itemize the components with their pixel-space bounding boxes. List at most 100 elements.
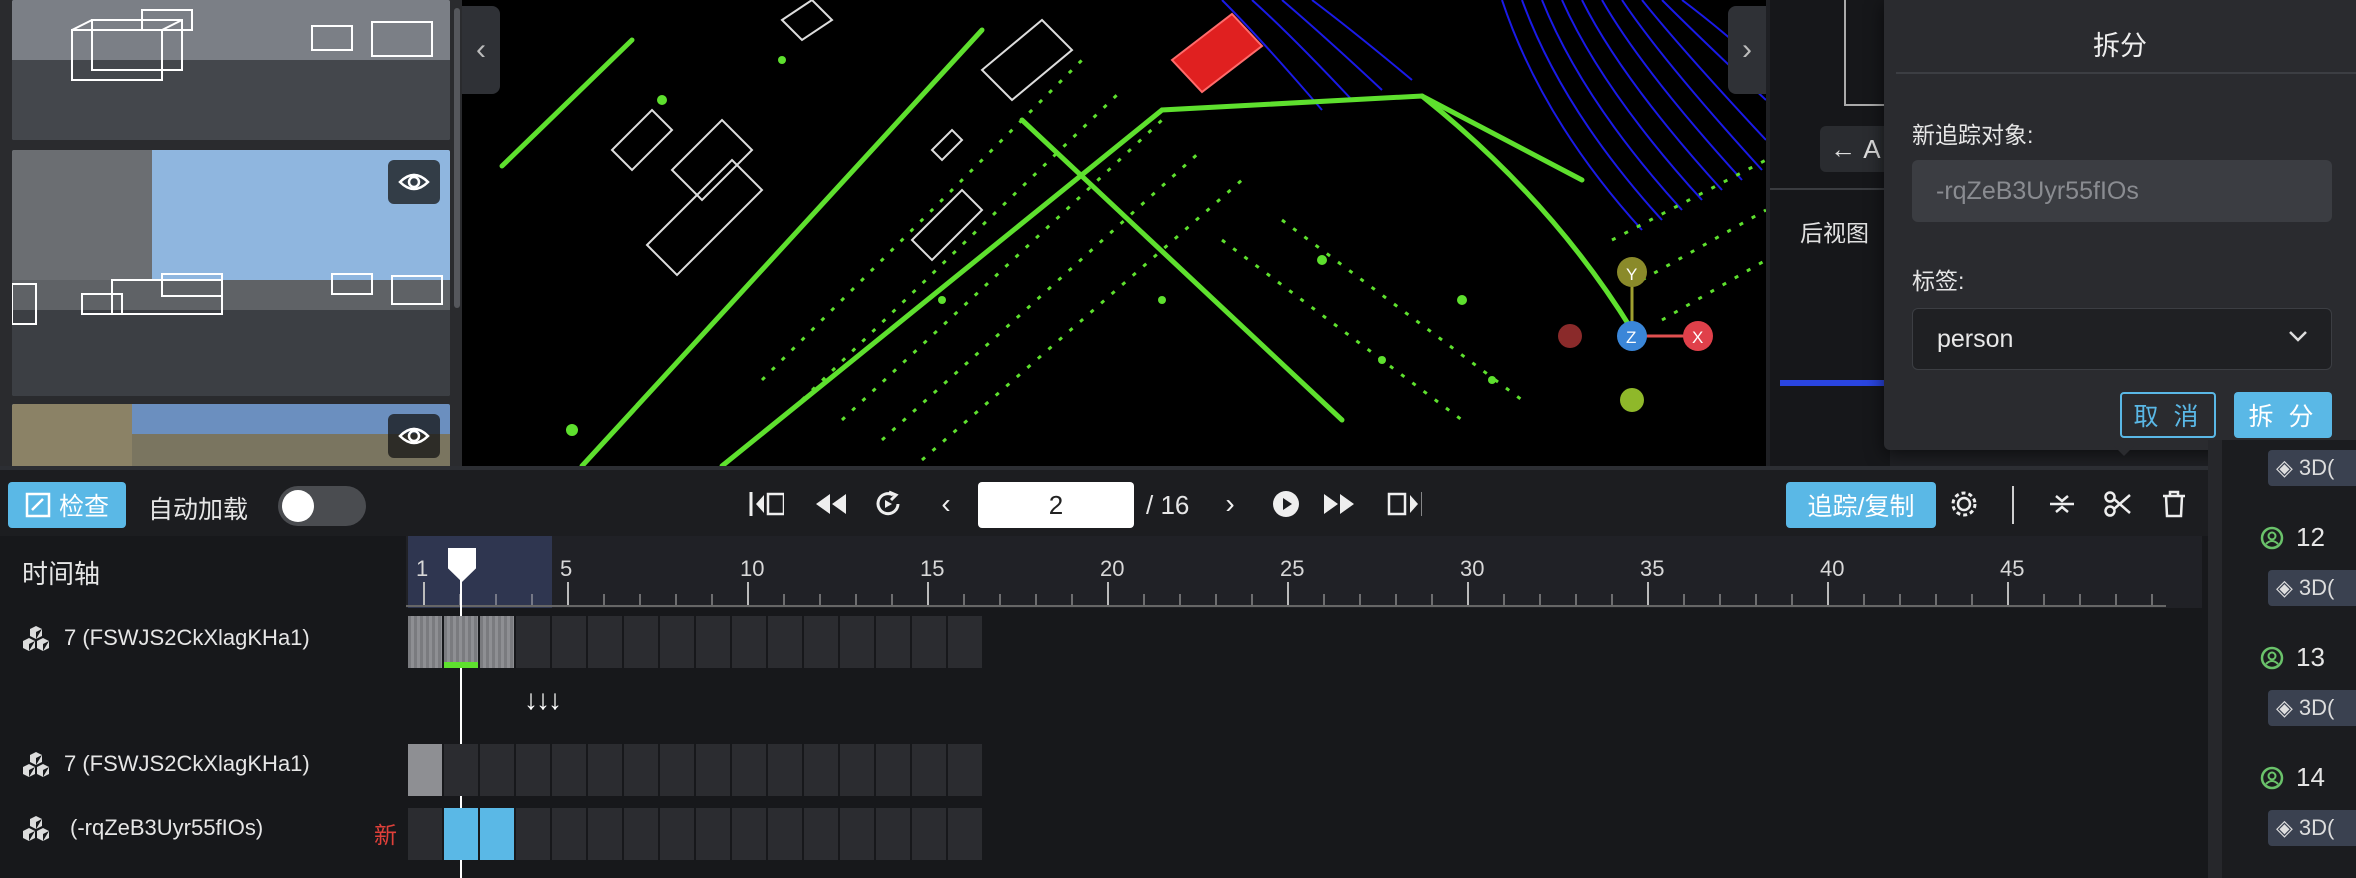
frame-cell[interactable] — [912, 616, 946, 668]
inspect-button[interactable]: 检查 — [8, 482, 126, 528]
frame-cell[interactable] — [516, 616, 550, 668]
frame-cell[interactable] — [552, 616, 586, 668]
track-row-label[interactable]: 7 (FSWJS2CkXlagKHa1) — [22, 624, 310, 652]
frame-cell[interactable] — [588, 808, 622, 860]
frame-cell[interactable] — [840, 744, 874, 796]
frame-cell[interactable] — [444, 616, 478, 668]
frame-cell[interactable] — [768, 808, 802, 860]
frame-cell[interactable] — [840, 616, 874, 668]
toolbar: 检查 自动加载 ‹ 2 / 16 › 追踪/复制 — [0, 466, 2208, 536]
track-copy-button[interactable]: 追踪/复制 — [1786, 482, 1936, 528]
frame-cell[interactable] — [588, 616, 622, 668]
object-tag[interactable]: ◈ 3D( — [2268, 690, 2356, 726]
frame-cell[interactable] — [624, 744, 658, 796]
track-row-label[interactable]: 7 (FSWJS2CkXlagKHa1) — [22, 750, 310, 778]
frame-cell[interactable] — [660, 808, 694, 860]
frame-cell[interactable] — [876, 616, 910, 668]
split-button[interactable] — [2100, 486, 2136, 522]
split-dialog-title: 拆分 — [2093, 31, 2147, 61]
frame-cell[interactable] — [768, 744, 802, 796]
object-item[interactable]: 14 — [2260, 762, 2325, 793]
back-button[interactable]: ← A — [1820, 126, 1890, 172]
frame-total: / 16 — [1146, 490, 1190, 520]
frame-cell[interactable] — [480, 744, 514, 796]
first-frame-button[interactable] — [748, 486, 784, 522]
camera-view-front[interactable] — [12, 0, 450, 140]
frame-cell[interactable] — [660, 744, 694, 796]
frame-cell[interactable] — [876, 744, 910, 796]
frame-cell[interactable] — [516, 808, 550, 860]
frame-cell[interactable] — [588, 744, 622, 796]
object-item[interactable]: 12 — [2260, 522, 2325, 553]
confirm-split-button[interactable]: 拆 分 — [2234, 392, 2332, 438]
fast-forward-button[interactable] — [1322, 486, 1358, 522]
frame-input[interactable]: 2 — [978, 482, 1134, 528]
camera-scrollbar[interactable] — [454, 8, 460, 308]
collapse-right-button[interactable]: › — [1728, 6, 1766, 94]
autoload-toggle[interactable] — [278, 486, 366, 526]
last-frame-button[interactable] — [1386, 486, 1422, 522]
frame-cell[interactable] — [876, 808, 910, 860]
cancel-button[interactable]: 取 消 — [2120, 392, 2216, 438]
track-frames[interactable] — [408, 808, 982, 860]
tag-select[interactable]: person — [1912, 308, 2332, 370]
frame-cell[interactable] — [660, 616, 694, 668]
camera-view-side[interactable] — [12, 404, 450, 466]
frame-cell[interactable] — [840, 808, 874, 860]
frame-cell[interactable] — [696, 744, 730, 796]
track-name: 7 (FSWJS2CkXlagKHa1) — [64, 625, 310, 650]
timeline-ruler[interactable]: 1 5 10 15 20 25 30 35 40 45 — [406, 536, 2202, 608]
object-number: 12 — [2296, 522, 2325, 552]
object-item[interactable]: 13 — [2260, 642, 2325, 673]
frame-cell[interactable] — [804, 744, 838, 796]
merge-button[interactable] — [2044, 486, 2080, 522]
track-row-label[interactable]: (-rqZeB3Uyr55fIOs) — [22, 814, 263, 842]
delete-button[interactable] — [2156, 486, 2192, 522]
frame-cell[interactable] — [948, 744, 982, 796]
previous-frame-button[interactable]: ‹ — [928, 486, 964, 522]
toggle-visibility-button[interactable] — [388, 414, 440, 458]
rewind-button[interactable] — [812, 486, 848, 522]
frame-cell[interactable] — [732, 616, 766, 668]
play-button[interactable] — [1268, 486, 1304, 522]
next-frame-button[interactable]: › — [1212, 486, 1248, 522]
chevron-right-icon: › — [1742, 33, 1752, 66]
frame-cell[interactable] — [912, 808, 946, 860]
camera-view-back[interactable] — [12, 150, 450, 396]
toggle-visibility-button[interactable] — [388, 160, 440, 204]
frame-cell[interactable] — [768, 616, 802, 668]
object-tag[interactable]: ◈ 3D( — [2268, 450, 2356, 486]
point-cloud-view[interactable]: Y Z X ‹ › — [462, 0, 1766, 466]
frame-cell[interactable] — [408, 808, 442, 860]
frame-cell[interactable] — [696, 808, 730, 860]
frame-cell[interactable] — [552, 808, 586, 860]
frame-cell[interactable] — [948, 808, 982, 860]
frame-cell[interactable] — [408, 616, 442, 668]
new-track-input[interactable]: -rqZeB3Uyr55fIOs — [1912, 160, 2332, 222]
frame-cell[interactable] — [696, 616, 730, 668]
replay-button[interactable] — [870, 486, 906, 522]
frame-cell[interactable] — [912, 744, 946, 796]
collapse-left-button[interactable]: ‹ — [462, 6, 500, 94]
cubes-icon: ◈ — [2276, 575, 2293, 600]
frame-cell[interactable] — [624, 808, 658, 860]
track-frames[interactable] — [408, 616, 982, 668]
object-tag[interactable]: ◈ 3D( — [2268, 810, 2356, 846]
frame-cell[interactable] — [516, 744, 550, 796]
frame-cell[interactable] — [480, 808, 514, 860]
object-tag[interactable]: ◈ 3D( — [2268, 570, 2356, 606]
frame-cell[interactable] — [444, 744, 478, 796]
frame-cell[interactable] — [552, 744, 586, 796]
frame-cell[interactable] — [480, 616, 514, 668]
frame-cell[interactable] — [948, 616, 982, 668]
settings-button[interactable] — [1946, 486, 1982, 522]
ruler-label: 5 — [560, 556, 573, 581]
frame-cell[interactable] — [624, 616, 658, 668]
track-frames[interactable] — [408, 744, 982, 796]
frame-cell[interactable] — [732, 744, 766, 796]
frame-cell[interactable] — [804, 616, 838, 668]
frame-cell[interactable] — [732, 808, 766, 860]
frame-cell[interactable] — [408, 744, 442, 796]
frame-cell[interactable] — [804, 808, 838, 860]
frame-cell[interactable] — [444, 808, 478, 860]
